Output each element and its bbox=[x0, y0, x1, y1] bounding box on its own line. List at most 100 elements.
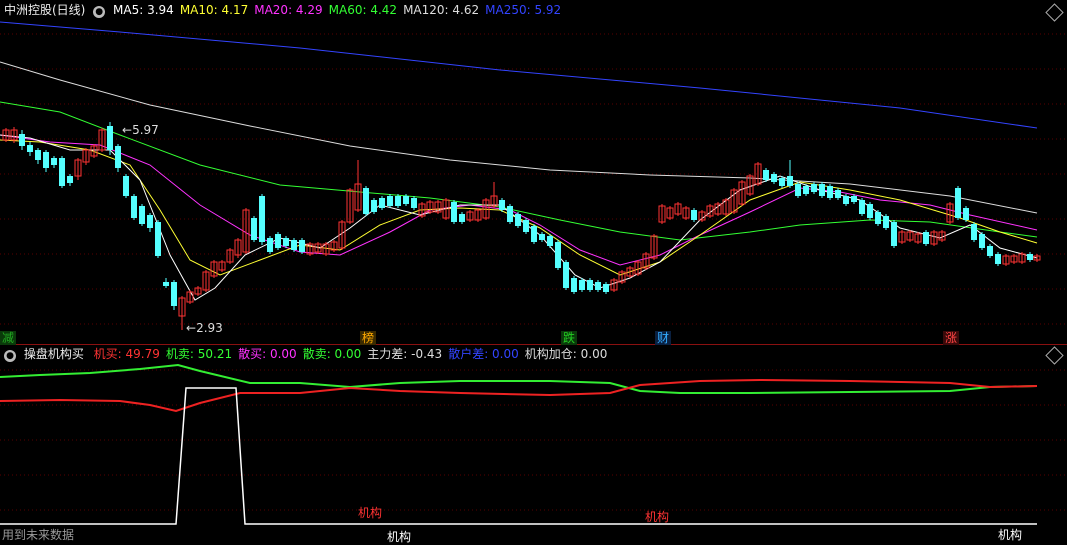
institution-sell-line bbox=[0, 363, 1038, 394]
candle-body-down bbox=[35, 150, 41, 160]
candle-body-down bbox=[499, 200, 505, 210]
candle-body-down bbox=[963, 208, 969, 220]
candlestick-chart[interactable] bbox=[0, 0, 1067, 345]
event-tag-fall[interactable]: 跌 bbox=[561, 331, 578, 345]
event-tag-finance[interactable]: 财 bbox=[655, 331, 672, 345]
indicator-chart[interactable] bbox=[0, 345, 1067, 545]
candle-body-down bbox=[371, 200, 377, 212]
institution-annotation: 机构 bbox=[998, 528, 1023, 542]
indicator-panel[interactable]: ● 操盘机构买 机买: 49.79 机卖: 50.21 散买: 0.00 散卖: 0.… bbox=[0, 345, 1067, 545]
candle-body-down bbox=[147, 215, 153, 228]
candle-body-down bbox=[819, 184, 825, 196]
ma-legend-item: MA5: 3.94 bbox=[113, 3, 174, 17]
candle-body-down bbox=[115, 146, 121, 168]
candle-body-down bbox=[923, 232, 929, 244]
candle-body-down bbox=[259, 196, 265, 242]
candle-body-down bbox=[131, 196, 137, 218]
candle-body-down bbox=[251, 218, 257, 240]
ma-legend-item: MA20: 4.29 bbox=[254, 3, 323, 17]
candle-body-down bbox=[771, 174, 777, 182]
candle-body-down bbox=[763, 170, 769, 180]
candle-body-down bbox=[107, 126, 113, 150]
institution-annotation: 机构 bbox=[358, 506, 383, 520]
indicator-legend: 机买: 49.79 机卖: 50.21 散买: 0.00 散卖: 0.00 主力差: -… bbox=[88, 347, 608, 361]
indicator-legend-item: 主力差: -0.43 bbox=[367, 347, 443, 361]
event-tag-list[interactable]: 榜 bbox=[360, 331, 377, 345]
candle-body-down bbox=[459, 214, 465, 222]
indicator-legend-item: 机卖: 50.21 bbox=[165, 347, 233, 361]
candle-body-down bbox=[603, 284, 609, 292]
candle-body-down bbox=[403, 196, 409, 204]
candle-body-down bbox=[275, 234, 281, 248]
candle-body-down bbox=[875, 212, 881, 224]
ma-legend-item: MA250: 5.92 bbox=[485, 3, 562, 17]
candle-body-down bbox=[19, 134, 25, 146]
institution-annotation: 机构 bbox=[387, 530, 412, 544]
price-chart-panel[interactable]: 中洲控股(日线) ● MA5: 3.94 MA10: 4.17 MA20: 4.29… bbox=[0, 0, 1067, 345]
event-tag-rise[interactable]: 涨 bbox=[943, 331, 960, 345]
candle-body-down bbox=[579, 280, 585, 290]
candle-body-down bbox=[59, 158, 65, 186]
indicator-header: ● 操盘机构买 机买: 49.79 机卖: 50.21 散买: 0.00 散卖: 0.… bbox=[4, 346, 607, 362]
candle-body-down bbox=[795, 184, 801, 196]
candle-body-down bbox=[995, 254, 1001, 264]
candle-body-down bbox=[43, 152, 49, 168]
candle-body-down bbox=[539, 234, 545, 240]
institution-add-line bbox=[0, 387, 1037, 525]
indicator-legend-item: 散户差: 0.00 bbox=[448, 347, 519, 361]
candle-body-down bbox=[883, 216, 889, 228]
candle-body-down bbox=[523, 220, 529, 232]
candle-body-down bbox=[835, 190, 841, 198]
institution-annotation: 机构 bbox=[645, 510, 670, 524]
candle-body-down bbox=[387, 196, 393, 206]
candle-body-down bbox=[299, 240, 305, 252]
candle-body-down bbox=[171, 282, 177, 306]
indicator-legend-item: 散卖: 0.00 bbox=[302, 347, 362, 361]
ma-line bbox=[0, 61, 1038, 214]
candle-body-down bbox=[363, 188, 369, 214]
toggle-indicator-icon[interactable]: ● bbox=[4, 350, 16, 362]
high-price-label: 5.97 bbox=[132, 123, 159, 137]
candle-body-down bbox=[395, 196, 401, 206]
candle-body-down bbox=[827, 186, 833, 198]
candle-body-down bbox=[595, 282, 601, 290]
candle-body-down bbox=[563, 262, 569, 288]
candle-body-down bbox=[811, 184, 817, 192]
chart-header: 中洲控股(日线) ● MA5: 3.94 MA10: 4.17 MA20: 4.29… bbox=[4, 2, 567, 18]
future-data-notice: 用到未来数据 bbox=[2, 528, 75, 542]
candle-body-down bbox=[515, 214, 521, 226]
ma-legend-item: MA120: 4.62 bbox=[403, 3, 480, 17]
candle-body-down bbox=[867, 204, 873, 218]
candle-body-down bbox=[379, 198, 385, 208]
indicator-legend-item: 机买: 49.79 bbox=[93, 347, 160, 361]
candle-body-down bbox=[139, 206, 145, 224]
candle-body-down bbox=[507, 206, 513, 222]
candle-body-down bbox=[531, 226, 537, 242]
candle-body-down bbox=[779, 178, 785, 186]
candle-body-down bbox=[163, 282, 169, 286]
indicator-legend-item: 散买: 0.00 bbox=[238, 347, 297, 361]
candle-body-down bbox=[411, 198, 417, 208]
candle-body-down bbox=[891, 222, 897, 246]
event-tag-reduce[interactable]: 减 bbox=[0, 331, 17, 345]
indicator-legend-item: 机构加仓: 0.00 bbox=[524, 347, 608, 361]
toggle-indicator-icon[interactable]: ● bbox=[93, 6, 106, 18]
candle-body-down bbox=[971, 224, 977, 240]
indicator-title: 操盘机构买 bbox=[23, 347, 84, 361]
candle-body-down bbox=[987, 246, 993, 256]
stock-title: 中洲控股(日线) bbox=[4, 3, 86, 17]
candle-body-down bbox=[155, 222, 161, 256]
institution-buy-line bbox=[0, 378, 1038, 413]
candle-body-down bbox=[283, 238, 289, 246]
candle-body-down bbox=[787, 176, 793, 186]
candle-body-down bbox=[555, 242, 561, 268]
candle-body-down bbox=[979, 234, 985, 248]
ma-legend-item: MA10: 4.17 bbox=[179, 3, 249, 17]
candle-body-down bbox=[451, 202, 457, 222]
candle-body-down bbox=[51, 158, 57, 165]
candle-body-down bbox=[547, 236, 553, 246]
ma-legend: MA5: 3.94 MA10: 4.17 MA20: 4.29 MA60: 4.42 M… bbox=[113, 3, 567, 17]
high-price-marker: ←5.97 bbox=[122, 123, 159, 137]
candle-body-down bbox=[267, 238, 273, 252]
ma-line bbox=[0, 21, 1038, 129]
